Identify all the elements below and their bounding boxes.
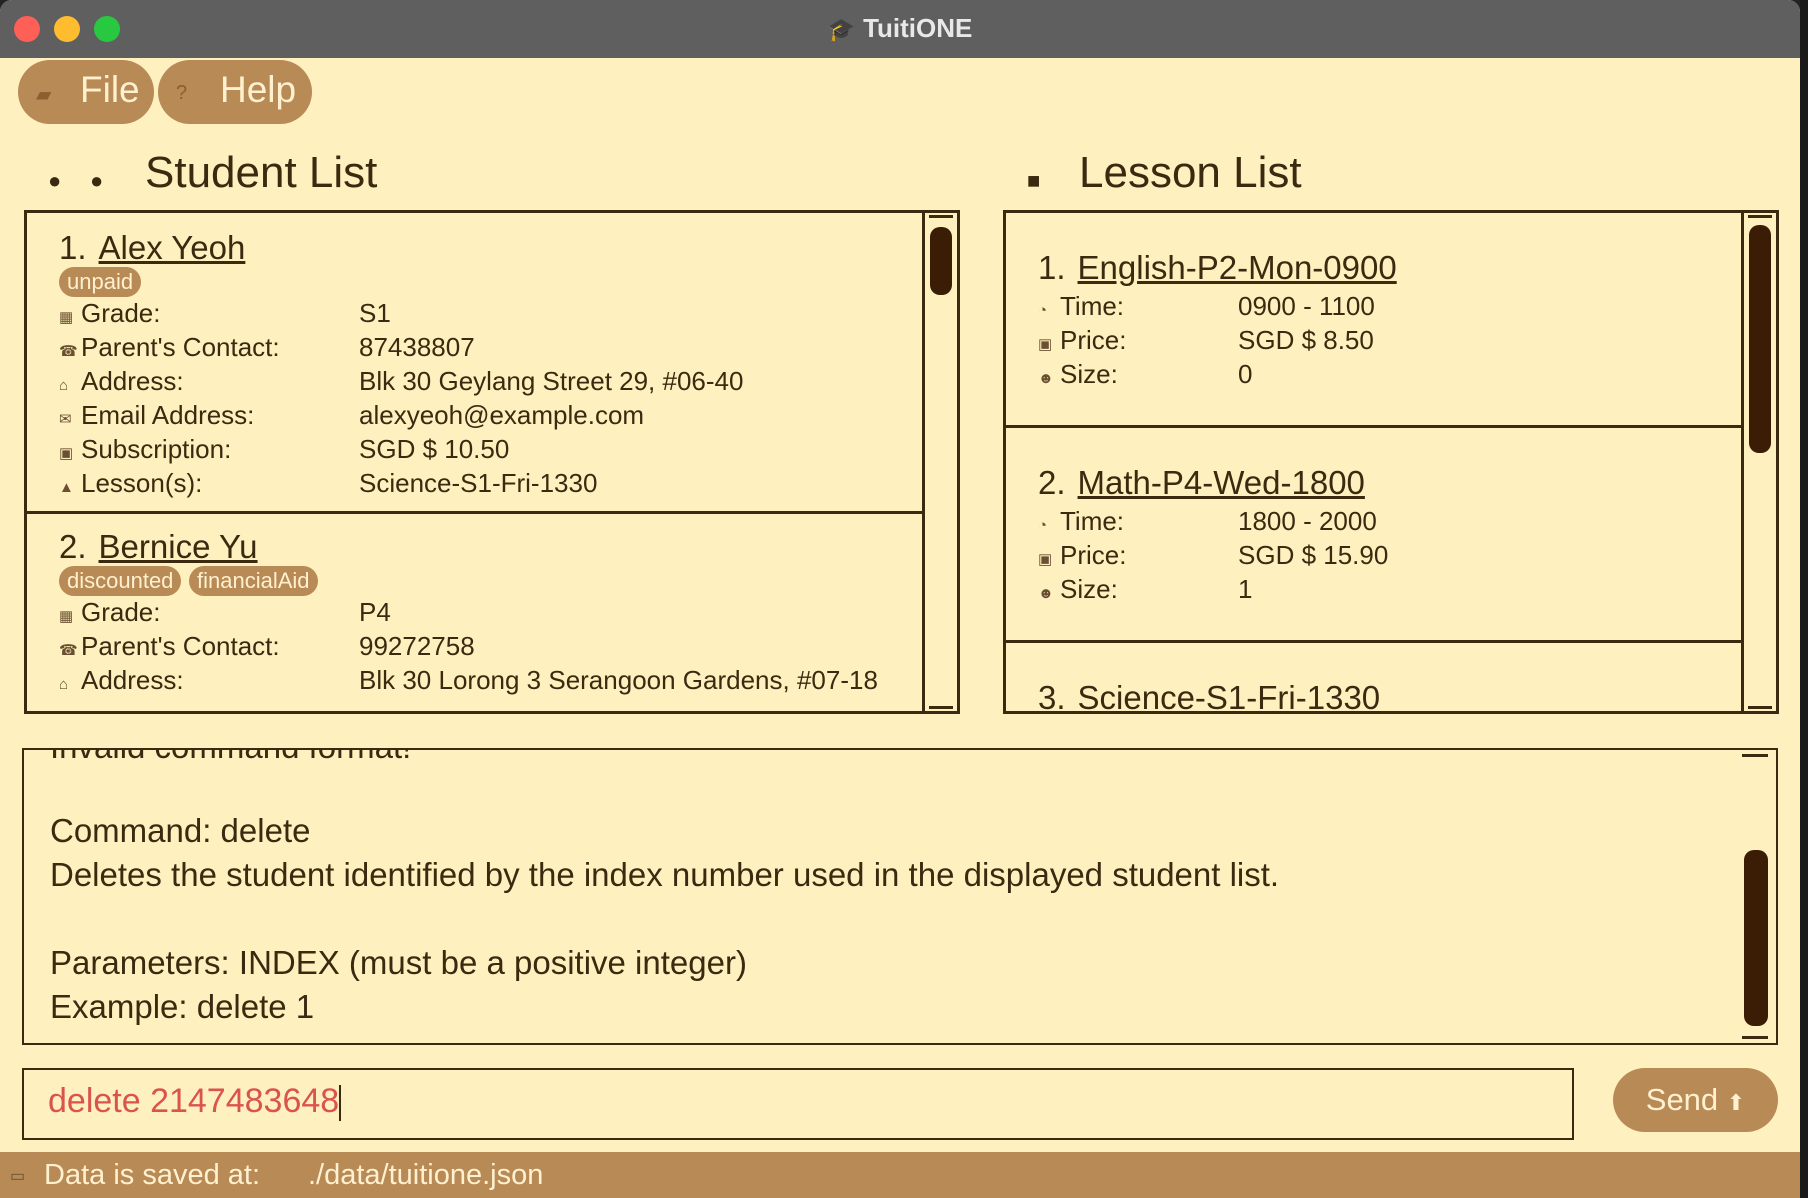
folder-icon: ▰: [36, 84, 52, 106]
student-field-row: ⌂ Address: Blk 30 Lorong 3 Serangoon Garde…: [59, 665, 878, 695]
result-display[interactable]: Invalid command format! Command: delete …: [22, 748, 1778, 1045]
lesson-field-row: ☻ Size: 1: [1038, 574, 1253, 604]
lesson-card[interactable]: 3. Science-S1-Fri-1330: [1006, 643, 1741, 714]
graduation-cap-icon: 🎓: [827, 17, 856, 42]
lesson-list-scrollbar[interactable]: [1741, 213, 1776, 711]
title-bar: 🎓 TuitiONE: [0, 0, 1800, 58]
lesson-book-icon: ■: [1027, 168, 1041, 193]
money-icon: ▣: [1038, 551, 1053, 568]
lesson-field-row: ☻ Size: 0: [1038, 359, 1253, 389]
book-icon: ▲: [59, 479, 74, 496]
lesson-list-panel[interactable]: 1. English-P2-Mon-0900 ◔ Time: 0900 - 1100 …: [1003, 210, 1779, 714]
lesson-field-row: ▣ Price: SGD $ 15.90: [1038, 540, 1389, 570]
money-icon: ▣: [1038, 336, 1053, 353]
student-field-row: ☎ Parent's Contact: 87438807: [59, 332, 475, 362]
student-card[interactable]: 1. Alex Yeoh unpaid ▦ Grade: S1 ☎ Parent's C…: [27, 213, 922, 514]
result-line: Invalid command format!: [50, 750, 411, 766]
student-field-row: ☎ Parent's Contact: 99272758: [59, 631, 475, 661]
result-line: Command: delete: [50, 812, 311, 849]
arrow-up-icon: ⬆: [1726, 1090, 1746, 1115]
student-field-row: ▦ Grade: S1: [59, 298, 391, 328]
student-card[interactable]: 2. Bernice Yu discounted financialAid ▦ Gr…: [27, 514, 922, 711]
text-caret: [339, 1085, 342, 1122]
tag-badge: discounted: [59, 566, 182, 596]
student-field-row: ✉ Email Address: alexyeoh@example.com: [59, 400, 645, 430]
lesson-name: 2. Math-P4-Wed-1800: [1038, 464, 1365, 501]
people-icon: ☻: [1038, 585, 1054, 602]
lesson-card[interactable]: 1. English-P2-Mon-0900 ◔ Time: 0900 - 1100 …: [1006, 213, 1741, 428]
money-icon: ▣: [59, 445, 74, 462]
student-list-scrollbar[interactable]: [922, 213, 957, 711]
student-field-row: ▦ Grade: P4: [59, 597, 391, 627]
student-field-row: ⌂ Address: Blk 30 Geylang Street 29, #06-4…: [59, 366, 744, 396]
result-line: Example: delete 1: [50, 988, 315, 1025]
save-icon: ▭: [10, 1168, 26, 1185]
clock-icon: ◔: [1038, 517, 1048, 534]
app-window: 🎓 TuitiONE ▰ File ? Help ● ● Student List…: [0, 0, 1800, 1198]
student-boy-icon: ●: [48, 168, 62, 193]
file-menu[interactable]: ▰ File: [18, 60, 154, 124]
result-scroll-thumb[interactable]: [1744, 850, 1768, 1026]
lesson-field-row: ▣ Price: SGD $ 8.50: [1038, 325, 1374, 355]
phone-icon: ☎: [59, 343, 78, 360]
window-title: 🎓 TuitiONE: [827, 13, 973, 43]
clock-icon: ◔: [1038, 302, 1048, 319]
command-text: delete 2147483648: [48, 1082, 340, 1120]
status-bar: ▭ Data is saved at: ./data/tuitione.json: [0, 1152, 1800, 1198]
grade-icon: ▦: [59, 309, 74, 326]
email-icon: ✉: [59, 411, 72, 428]
student-field-row: ▲ Lesson(s): Science-S1-Fri-1330: [59, 468, 598, 498]
tag-badge: financialAid: [189, 566, 318, 596]
scroll-thumb[interactable]: [1749, 225, 1771, 453]
command-input[interactable]: delete 2147483648: [22, 1068, 1574, 1140]
send-button[interactable]: Send ⬆: [1613, 1068, 1778, 1132]
tag-badge: unpaid: [59, 267, 142, 297]
lesson-field-row: ◔ Time: 1800 - 2000: [1038, 506, 1377, 536]
student-list-panel[interactable]: 1. Alex Yeoh unpaid ▦ Grade: S1 ☎ Parent's C…: [24, 210, 960, 714]
result-line: Parameters: INDEX (must be a positive in…: [50, 944, 747, 981]
student-field-row: ▣ Subscription: SGD $ 10.50: [59, 434, 510, 464]
home-icon: ⌂: [59, 377, 69, 394]
help-icon: ?: [176, 82, 188, 104]
student-name: 1. Alex Yeoh: [59, 229, 246, 266]
lesson-card[interactable]: 2. Math-P4-Wed-1800 ◔ Time: 1800 - 2000 ▣ Pr…: [1006, 428, 1741, 643]
lesson-field-row: ◔ Time: 0900 - 1100: [1038, 291, 1375, 321]
student-girl-icon: ●: [90, 168, 104, 193]
scroll-thumb[interactable]: [930, 227, 952, 295]
home-icon: ⌂: [59, 676, 69, 693]
lesson-name: 3. Science-S1-Fri-1330: [1038, 679, 1381, 714]
lesson-name: 1. English-P2-Mon-0900: [1038, 249, 1397, 286]
background-edge: [1800, 0, 1808, 1198]
help-menu[interactable]: ? Help: [158, 60, 312, 124]
phone-icon: ☎: [59, 642, 78, 659]
student-name: 2. Bernice Yu: [59, 528, 258, 565]
grade-icon: ▦: [59, 608, 74, 625]
people-icon: ☻: [1038, 370, 1054, 387]
result-line: Deletes the student identified by the in…: [50, 856, 1280, 893]
